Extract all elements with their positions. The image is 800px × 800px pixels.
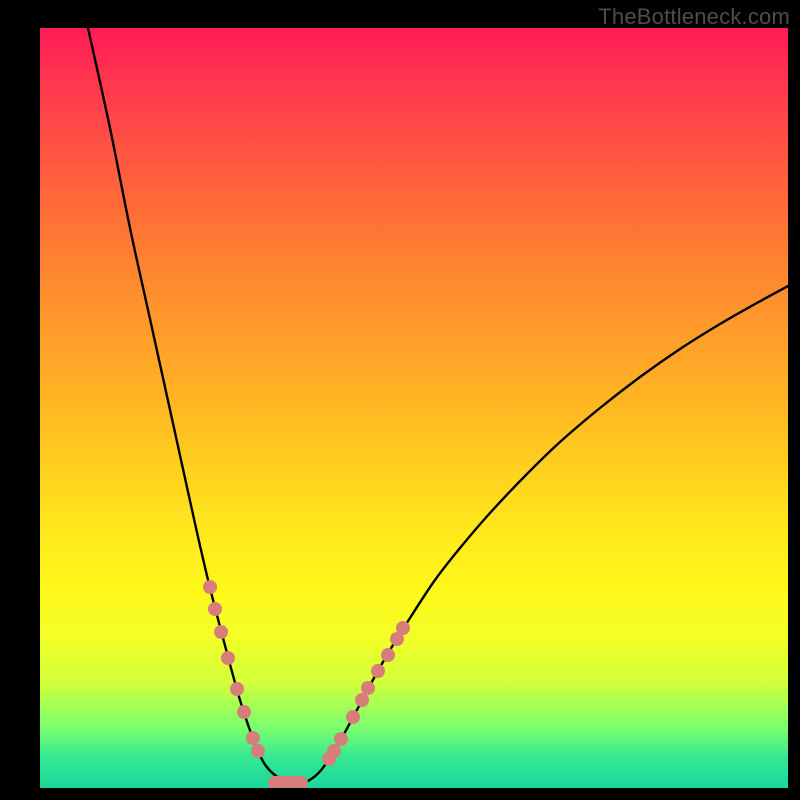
marker-dot	[221, 651, 235, 665]
watermark-text: TheBottleneck.com	[598, 4, 790, 30]
chart-svg	[40, 28, 788, 788]
marker-dot	[327, 744, 341, 758]
marker-dot	[361, 681, 375, 695]
right-markers	[322, 621, 410, 766]
outer-frame: TheBottleneck.com	[0, 0, 800, 800]
marker-dot	[203, 580, 217, 594]
marker-dot	[237, 705, 251, 719]
bottom-capsule	[268, 776, 308, 788]
marker-dot	[334, 732, 348, 746]
marker-dot	[251, 744, 265, 758]
marker-dot	[381, 648, 395, 662]
marker-dot	[246, 731, 260, 745]
bottleneck-curve	[88, 28, 788, 784]
marker-dot	[208, 602, 222, 616]
capsule-marker	[268, 776, 308, 788]
marker-dot	[371, 664, 385, 678]
left-markers	[203, 580, 265, 758]
marker-dot	[230, 682, 244, 696]
plot-area	[40, 28, 788, 788]
marker-dot	[355, 693, 369, 707]
marker-dot	[346, 710, 360, 724]
marker-dot	[214, 625, 228, 639]
marker-dot	[396, 621, 410, 635]
